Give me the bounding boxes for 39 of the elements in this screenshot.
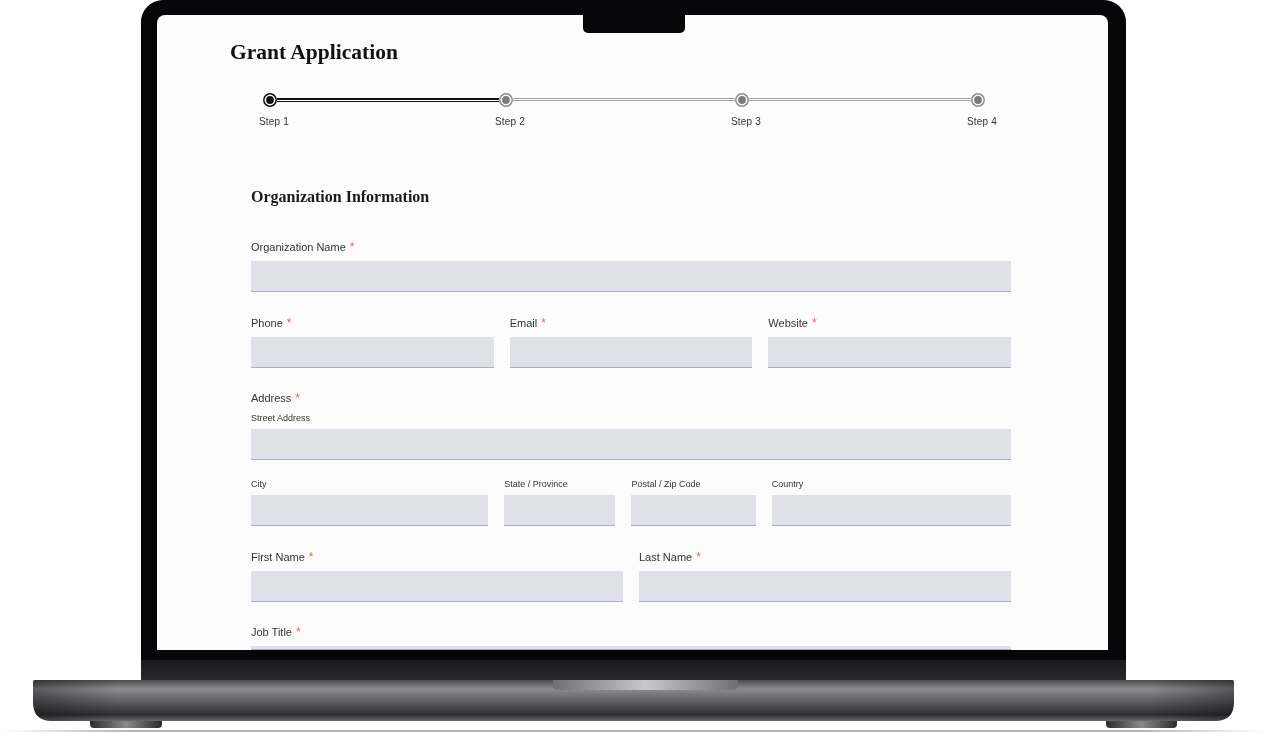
field-label: Address: [251, 391, 292, 405]
field-sublabel: Street Address: [251, 412, 312, 424]
field-sublabel: State / Province: [504, 478, 569, 490]
field-label: Organization Name: [251, 240, 346, 254]
required-asterisk: *: [295, 391, 301, 405]
field-label: Phone: [251, 315, 283, 330]
field-sublabel: Country: [771, 478, 805, 490]
text-field[interactable]: [251, 261, 1011, 292]
text-field[interactable]: [251, 336, 494, 368]
step-label: Step 1: [258, 114, 290, 128]
field-label: Email: [509, 315, 538, 330]
field-label: Job Title: [251, 625, 292, 639]
text-field[interactable]: [771, 495, 1011, 526]
text-field[interactable]: [509, 336, 753, 368]
required-asterisk: *: [295, 625, 301, 639]
text-field[interactable]: [251, 429, 1011, 460]
step-label: Step 4: [966, 114, 998, 128]
required-asterisk: *: [286, 315, 292, 330]
page-title: Grant Application: [230, 39, 398, 65]
text-field[interactable]: [639, 570, 1011, 602]
field-label: Website: [768, 315, 808, 330]
required-asterisk: *: [308, 549, 314, 564]
field-sublabel: Postal / Zip Code: [631, 478, 702, 490]
text-field[interactable]: [631, 495, 756, 526]
field-sublabel: City: [251, 478, 268, 490]
section-heading: Organization Information: [251, 187, 430, 207]
step-label: Step 2: [494, 114, 526, 128]
field-label: Last Name: [639, 549, 693, 564]
required-asterisk: *: [696, 549, 701, 564]
text-field[interactable]: [768, 336, 1011, 368]
step-label: Step 3: [730, 114, 762, 128]
text-field[interactable]: [251, 570, 623, 602]
text-field[interactable]: [504, 495, 616, 526]
text-field[interactable]: [251, 495, 489, 526]
text-field[interactable]: [251, 646, 1011, 650]
required-asterisk: *: [811, 315, 817, 330]
required-asterisk: *: [349, 240, 355, 254]
field-label: First Name: [251, 549, 305, 564]
required-asterisk: *: [541, 315, 546, 330]
